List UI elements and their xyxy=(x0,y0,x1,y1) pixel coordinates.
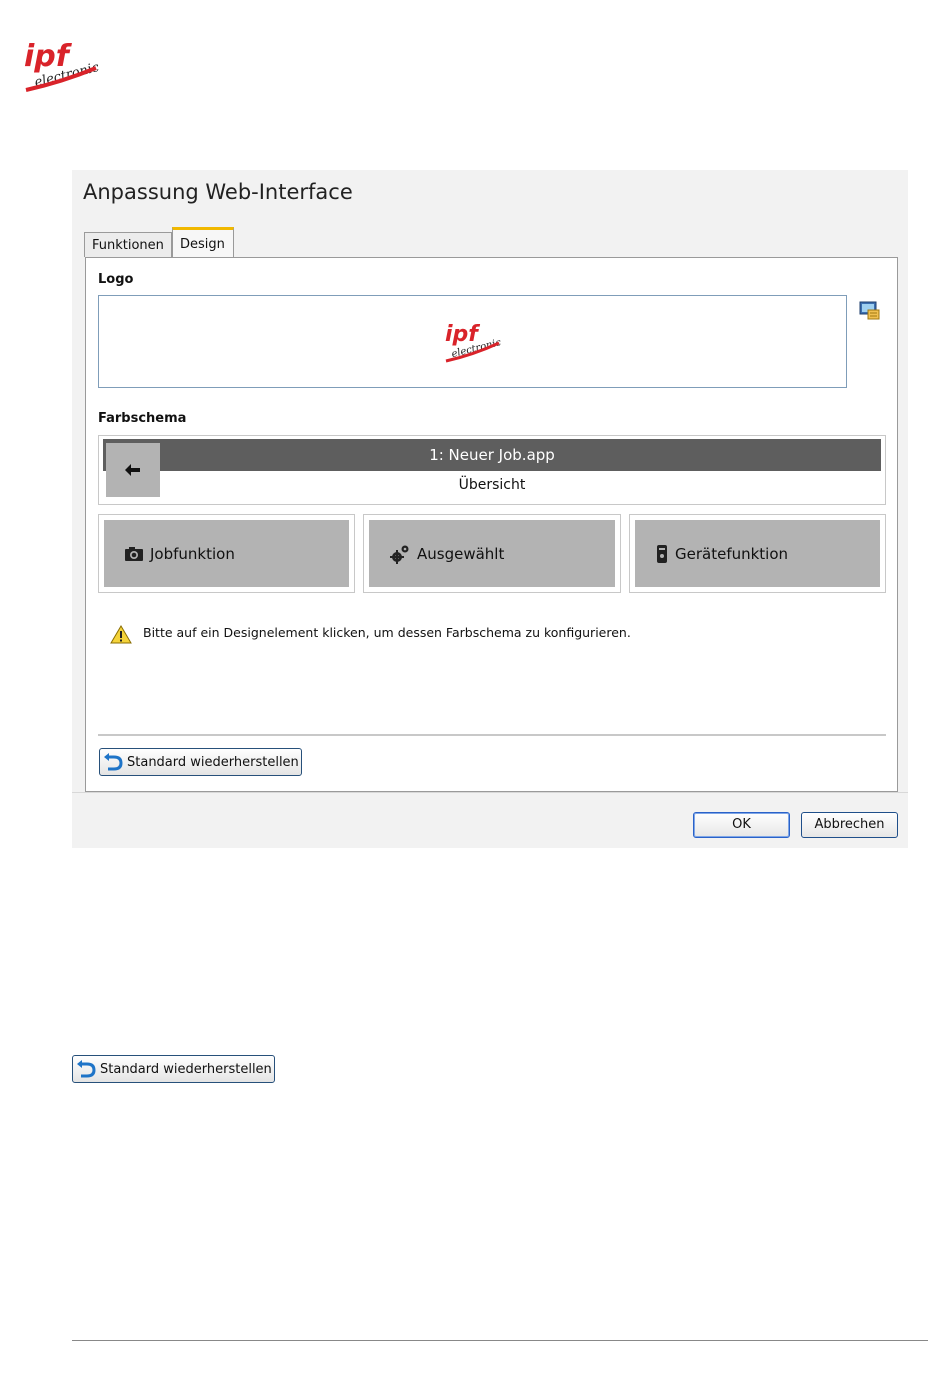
tile-label: Gerätefunktion xyxy=(675,544,789,563)
tile-ausgewaehlt[interactable]: Ausgewählt xyxy=(363,514,621,593)
tab-design[interactable]: Design xyxy=(172,227,234,257)
restore-defaults-button-standalone[interactable]: Standard wiederherstellen xyxy=(72,1055,275,1083)
header-title: 1: Neuer Job.app xyxy=(429,446,555,464)
tile-jobfunktion[interactable]: Jobfunktion xyxy=(98,514,355,593)
tile-geraetefunktion[interactable]: Gerätefunktion xyxy=(629,514,886,593)
tab-funktionen[interactable]: Funktionen xyxy=(84,232,172,257)
restore-label: Standard wiederherstellen xyxy=(127,754,299,770)
logo-preview-box[interactable]: ipf electronic xyxy=(98,295,847,388)
hint-text: Bitte auf ein Designelement klicken, um … xyxy=(143,625,631,640)
arrow-left-icon xyxy=(125,464,140,476)
device-icon xyxy=(657,544,667,563)
undo-icon xyxy=(77,1060,96,1078)
header-design-element[interactable]: 1: Neuer Job.app Übersicht xyxy=(98,435,886,505)
color-scheme-label: Farbschema xyxy=(98,411,187,426)
undo-icon xyxy=(104,753,123,771)
customization-dialog: Anpassung Web-Interface Funktionen Desig… xyxy=(72,170,908,848)
tile-label: Ausgewählt xyxy=(417,544,505,563)
header-bar[interactable]: 1: Neuer Job.app xyxy=(103,439,881,471)
logo-preview-image: ipf electronic xyxy=(443,319,503,367)
header-subtitle: Übersicht xyxy=(458,477,526,493)
divider xyxy=(98,734,886,736)
restore-label: Standard wiederherstellen xyxy=(100,1061,272,1077)
brand-logo: ipf electronic xyxy=(22,38,102,100)
page-footer-rule xyxy=(72,1340,928,1341)
warning-icon xyxy=(110,625,132,644)
tile-label: Jobfunktion xyxy=(150,544,235,563)
restore-defaults-button[interactable]: Standard wiederherstellen xyxy=(99,748,302,776)
camera-icon xyxy=(125,546,143,561)
cancel-button[interactable]: Abbrechen xyxy=(801,812,898,838)
ok-button[interactable]: OK xyxy=(693,812,790,838)
dialog-title: Anpassung Web-Interface xyxy=(83,180,353,204)
gears-icon xyxy=(390,545,409,564)
image-picker-icon[interactable] xyxy=(859,301,881,321)
design-panel: Logo ipf electronic Farbschema 1: Neuer … xyxy=(85,257,898,792)
back-button[interactable] xyxy=(106,443,160,497)
logo-section-label: Logo xyxy=(98,272,134,287)
